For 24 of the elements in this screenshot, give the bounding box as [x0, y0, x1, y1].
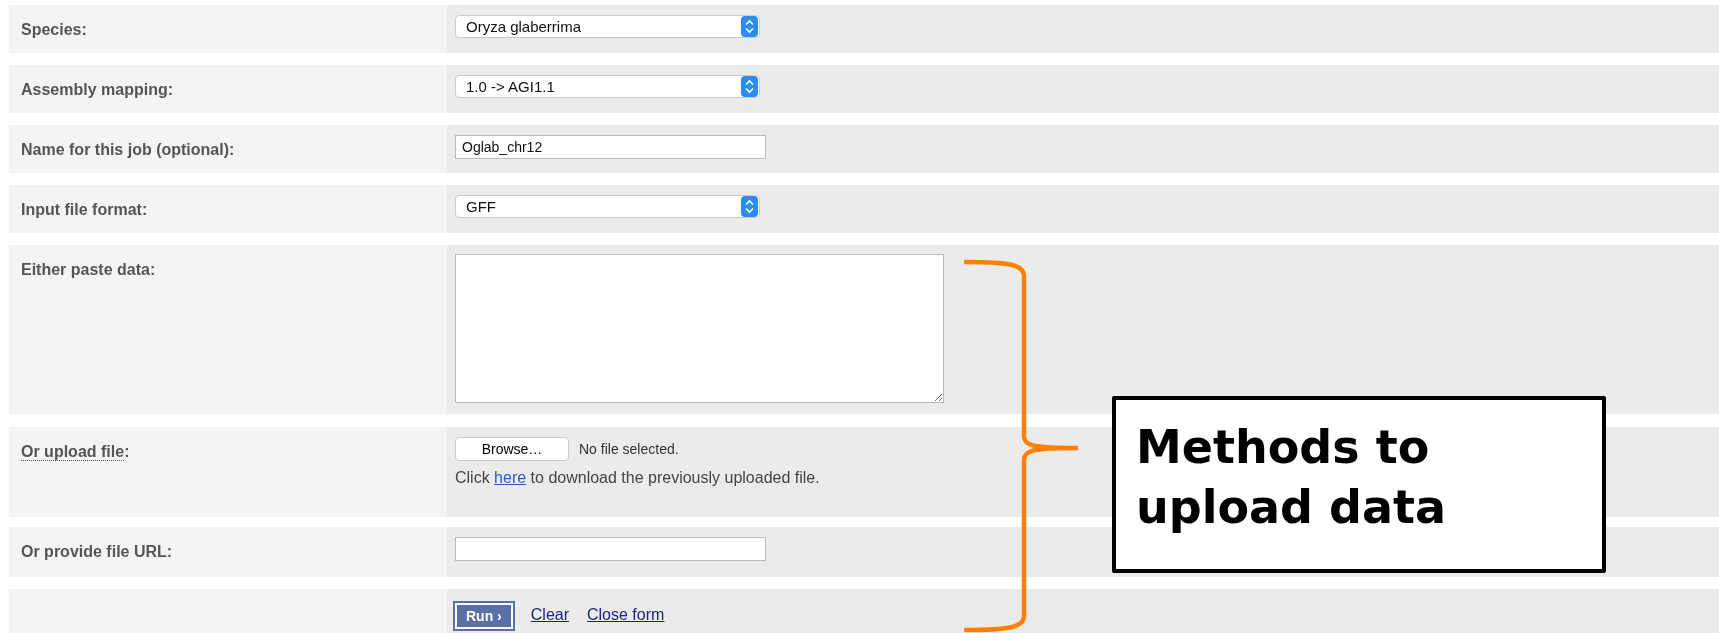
select-arrows-icon — [741, 16, 758, 37]
download-link[interactable]: here — [494, 469, 527, 486]
field-label: Or provide file URL: — [21, 543, 173, 560]
callout-text: Methods to upload data — [1112, 396, 1606, 573]
select-arrows-icon — [741, 76, 758, 97]
browse-button[interactable]: Browse… — [455, 437, 569, 461]
field-label: Assembly mapping: — [21, 81, 174, 98]
field-label: Input file format: — [21, 201, 148, 218]
file-status: No file selected. — [579, 441, 679, 457]
field-label: Either paste data: — [21, 261, 156, 278]
field-label: Name for this job (optional): — [21, 141, 235, 158]
select-arrows-icon — [741, 196, 758, 217]
field-label: Or upload file: — [21, 443, 130, 461]
run-button[interactable]: Run › — [455, 603, 513, 629]
form-link[interactable]: Close form — [587, 606, 665, 624]
field-label: Species: — [21, 21, 87, 38]
input-field[interactable]: Oglab_chr12 — [455, 135, 766, 159]
text-area[interactable] — [455, 254, 944, 403]
dropdown[interactable]: Oryza glaberrima — [455, 15, 760, 38]
download-note: Click here to download the previously uploaded file. — [455, 469, 821, 487]
dropdown[interactable]: GFF — [455, 195, 760, 218]
dropdown[interactable]: 1.0 -> AGI1.1 — [455, 75, 760, 98]
form-link[interactable]: Clear — [530, 606, 569, 624]
url-field[interactable] — [455, 537, 766, 561]
